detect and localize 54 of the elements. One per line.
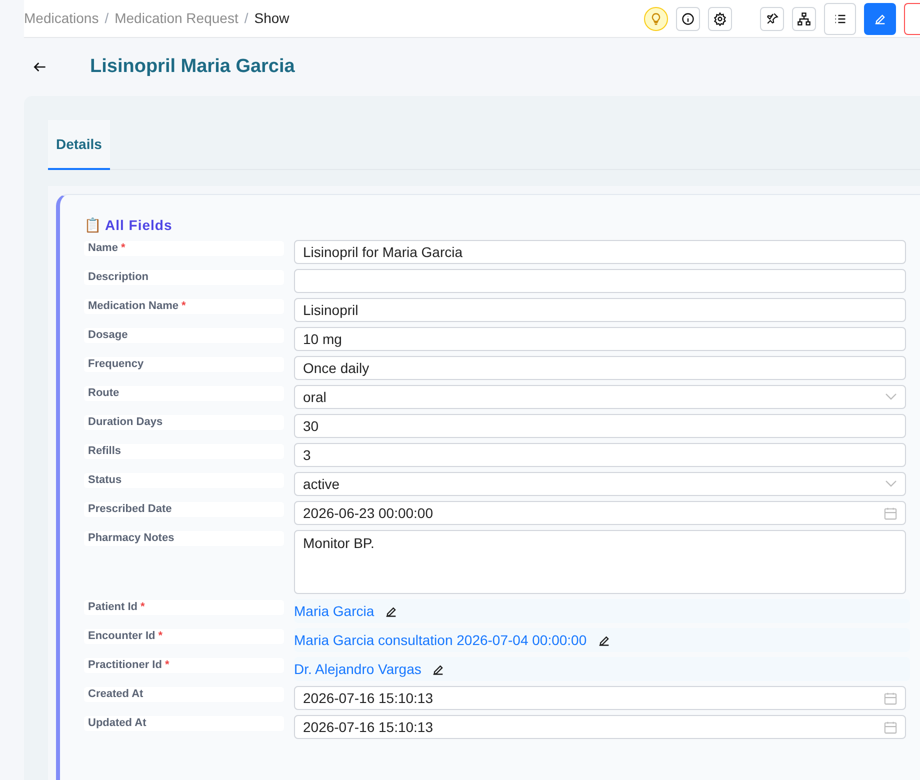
field-label: Dosage — [84, 328, 284, 343]
reference-link[interactable]: Maria Garcia consultation 2026-07-04 00:00:00 — [294, 630, 587, 650]
field-label: Description — [84, 270, 284, 285]
chevron-down-icon — [885, 480, 897, 488]
date-field[interactable]: 2026-06-23 00:00:00 — [294, 501, 906, 525]
section-title: All Fields — [105, 216, 172, 235]
field-label: Patient Id * — [84, 600, 284, 615]
edit-button[interactable] — [864, 2, 896, 34]
select-field[interactable]: oral — [294, 385, 906, 409]
field-label: Created At — [84, 687, 284, 702]
chevron-down-icon — [885, 393, 897, 401]
field-label: Medication Name * — [84, 299, 284, 314]
breadcrumb-current: Show — [254, 9, 290, 28]
field-label: Practitioner Id * — [84, 658, 284, 673]
text-field[interactable] — [294, 269, 906, 293]
text-field[interactable]: 10 mg — [294, 327, 906, 351]
text-field[interactable]: 3 — [294, 443, 906, 467]
reference-field[interactable]: Dr. Alejandro Vargas — [294, 657, 910, 681]
reference-link[interactable]: Dr. Alejandro Vargas — [294, 658, 422, 680]
text-field[interactable]: Lisinopril for Maria Garcia — [294, 240, 906, 264]
hierarchy-icon[interactable] — [792, 6, 816, 30]
lightbulb-icon[interactable] — [644, 6, 668, 30]
field-label: Status — [84, 473, 284, 488]
reference-link[interactable]: Maria Garcia — [294, 600, 374, 622]
reference-field[interactable]: Maria Garcia consultation 2026-07-04 00:00:00 — [294, 628, 910, 652]
field-label: Pharmacy Notes — [84, 531, 284, 546]
info-icon[interactable] — [676, 6, 700, 30]
reference-field[interactable]: Maria Garcia — [294, 599, 910, 623]
calendar-icon — [884, 506, 897, 520]
text-field[interactable]: 30 — [294, 414, 906, 438]
field-label: Frequency — [84, 357, 284, 372]
date-field[interactable]: 2026-07-16 15:10:13 — [294, 686, 906, 710]
calendar-icon — [884, 720, 897, 734]
clipboard-icon: 📋 — [84, 215, 101, 236]
pin-icon[interactable] — [760, 6, 784, 30]
field-label: Encounter Id * — [84, 629, 284, 644]
text-area[interactable]: Monitor BP. — [294, 530, 906, 594]
field-label: Name * — [84, 241, 284, 256]
field-label: Updated At — [84, 716, 284, 731]
list-icon[interactable] — [824, 2, 856, 34]
text-field[interactable]: Lisinopril — [294, 298, 906, 322]
text-field[interactable]: Once daily — [294, 356, 906, 380]
field-label: Route — [84, 386, 284, 401]
field-label: Refills — [84, 444, 284, 459]
breadcrumb-separator: / — [104, 9, 109, 28]
field-label: Duration Days — [84, 415, 284, 430]
calendar-icon — [884, 692, 897, 704]
field-label: Prescribed Date — [84, 502, 284, 517]
date-field[interactable]: 2026-07-16 15:10:13 — [294, 715, 906, 739]
page-title: Lisinopril Maria Garcia — [90, 54, 295, 79]
details-tab[interactable]: Details — [48, 120, 110, 170]
breadcrumb-separator: / — [244, 9, 248, 28]
select-field[interactable]: active — [294, 472, 906, 496]
settings-icon[interactable] — [708, 6, 732, 30]
